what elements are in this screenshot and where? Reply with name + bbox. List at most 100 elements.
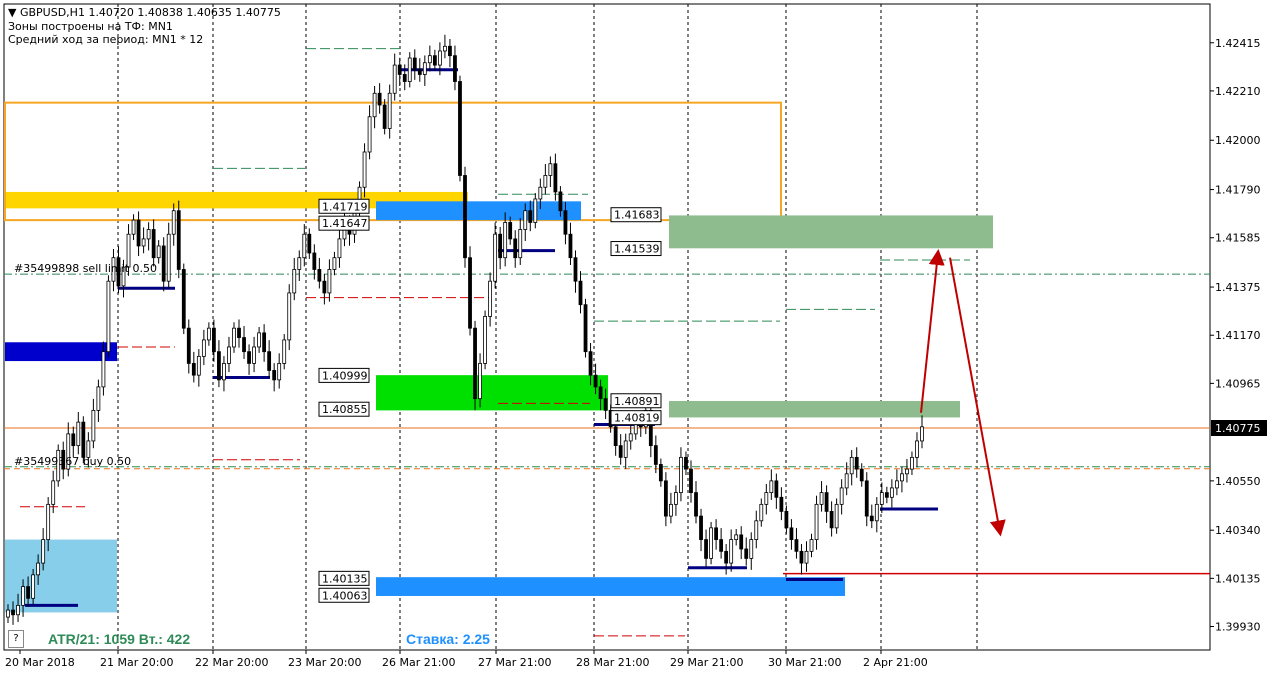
y-tick-label: 1.42000 — [1215, 134, 1261, 147]
candle-body-up — [709, 527, 713, 559]
candle-body-up — [910, 456, 914, 470]
candle-body-down — [653, 445, 658, 465]
level-label: 1.40855 — [318, 401, 370, 417]
candle-body-down — [528, 210, 533, 223]
candle-body-up — [819, 492, 824, 505]
candle-body-up — [287, 292, 292, 341]
candle — [483, 310, 487, 370]
candle-body-down — [558, 191, 563, 212]
order-label: #35499898 sell limit 0.50 — [14, 262, 157, 275]
zone-blue-lower — [376, 577, 845, 596]
price-chart[interactable]: 1.41719 1.41647 1.40999 1.40855 1.40135 1.400… — [0, 0, 1271, 676]
candle-body-down — [473, 327, 477, 400]
candle-body-up — [538, 186, 543, 200]
zones-info: Зоны построены на ТФ: MN1 — [8, 20, 173, 33]
candle-body-down — [191, 363, 196, 376]
candle-body-down — [402, 74, 407, 82]
candle-body-down — [237, 327, 241, 338]
candle-body-up — [915, 440, 919, 458]
candle-body-up — [16, 604, 20, 616]
candle-body-down — [568, 233, 573, 259]
candle-body-down — [458, 81, 462, 176]
candle-body-up — [392, 64, 397, 94]
zone-dark-blue — [5, 342, 117, 362]
candle-body-down — [859, 468, 864, 482]
candle-body-down — [618, 445, 623, 458]
level-label: 1.40063 — [318, 587, 370, 603]
candle-body-up — [292, 269, 297, 294]
candle-body-down — [317, 269, 322, 282]
candle-body-up — [628, 433, 633, 442]
candle-body-down — [322, 280, 327, 294]
candle-body-up — [759, 503, 764, 522]
candle-body-up — [729, 539, 734, 564]
candle-body-down — [588, 351, 593, 376]
y-axis: 1.42415 1.42210 1.42000 1.41790 1.41585 1.413… — [1210, 37, 1267, 634]
level-label: 1.41647 — [318, 215, 370, 231]
candle-body-down — [508, 222, 513, 240]
candle-body-down — [262, 332, 267, 353]
candle-body-down — [578, 280, 583, 306]
candle-body-up — [257, 332, 261, 348]
x-tick-label: 29 Mar 21:00 — [670, 656, 743, 669]
symbol-line: GBPUSD,H1 1.40720 1.40838 1.40635 1.4077… — [19, 6, 281, 19]
candle-body-up — [427, 55, 432, 64]
candle-body-down — [412, 57, 417, 71]
candle-body-up — [327, 269, 332, 294]
candle-body-down — [11, 609, 15, 616]
candle-body-down — [267, 351, 272, 371]
candle — [176, 200, 181, 279]
level-label: 1.40891 — [610, 393, 662, 409]
candle-body-up — [764, 492, 769, 505]
y-tick-label: 1.40135 — [1215, 572, 1261, 585]
candle-body-up — [623, 440, 628, 458]
candle-body-up — [734, 534, 739, 540]
candle-body-up — [367, 116, 372, 153]
candle-body-up — [166, 233, 171, 282]
candle-body-up — [96, 386, 101, 411]
candle-body-down — [714, 527, 718, 540]
candle-body-down — [498, 233, 503, 259]
candle — [473, 320, 477, 411]
candle-body-down — [663, 480, 668, 517]
candle-body-up — [889, 487, 894, 498]
x-tick-label: 20 Mar 2018 — [5, 656, 75, 669]
candle-body-up — [834, 503, 839, 529]
candle — [709, 521, 713, 565]
candle-body-down — [453, 55, 457, 82]
level-label-text: 1.40855 — [322, 403, 368, 416]
candle-body-down — [417, 69, 422, 75]
collapse-triangle-icon[interactable]: ▼ — [8, 6, 16, 19]
candle-body-up — [488, 280, 493, 317]
candle-body-up — [91, 409, 96, 442]
candle-body-down — [136, 219, 141, 247]
candle-body-up — [171, 210, 176, 235]
candle-body-down — [774, 480, 779, 498]
candle — [583, 298, 588, 358]
level-label-text: 1.41539 — [614, 243, 660, 256]
y-tick-label: 1.41375 — [1215, 281, 1261, 294]
y-tick-label: 1.42415 — [1215, 37, 1261, 50]
level-label-text: 1.40891 — [614, 395, 660, 408]
candle-body-down — [719, 539, 724, 552]
candle-body-up — [443, 45, 447, 52]
candle-body-down — [151, 229, 156, 259]
candle-body-down — [181, 269, 186, 329]
candle-body-down — [689, 468, 693, 494]
symbol-header: ▼ GBPUSD,H1 1.40720 1.40838 1.40635 1.40… — [8, 6, 281, 19]
candle-body-down — [789, 527, 794, 540]
candle-body-up — [31, 574, 36, 599]
help-icon[interactable]: ? — [8, 630, 24, 648]
level-label: 1.41539 — [610, 241, 662, 257]
candle-body-up — [252, 346, 256, 364]
candle-body-down — [613, 426, 618, 447]
candle-body-down — [784, 511, 789, 529]
candle-body-down — [212, 327, 216, 353]
candle-body-up — [533, 198, 538, 223]
y-tick-label: 1.39930 — [1215, 621, 1261, 634]
level-label-text: 1.41683 — [614, 209, 660, 222]
candle-body-down — [598, 386, 603, 400]
y-tick-label: 1.40965 — [1215, 377, 1261, 390]
x-tick-label: 22 Mar 20:00 — [195, 656, 268, 669]
candle-body-down — [553, 163, 558, 193]
